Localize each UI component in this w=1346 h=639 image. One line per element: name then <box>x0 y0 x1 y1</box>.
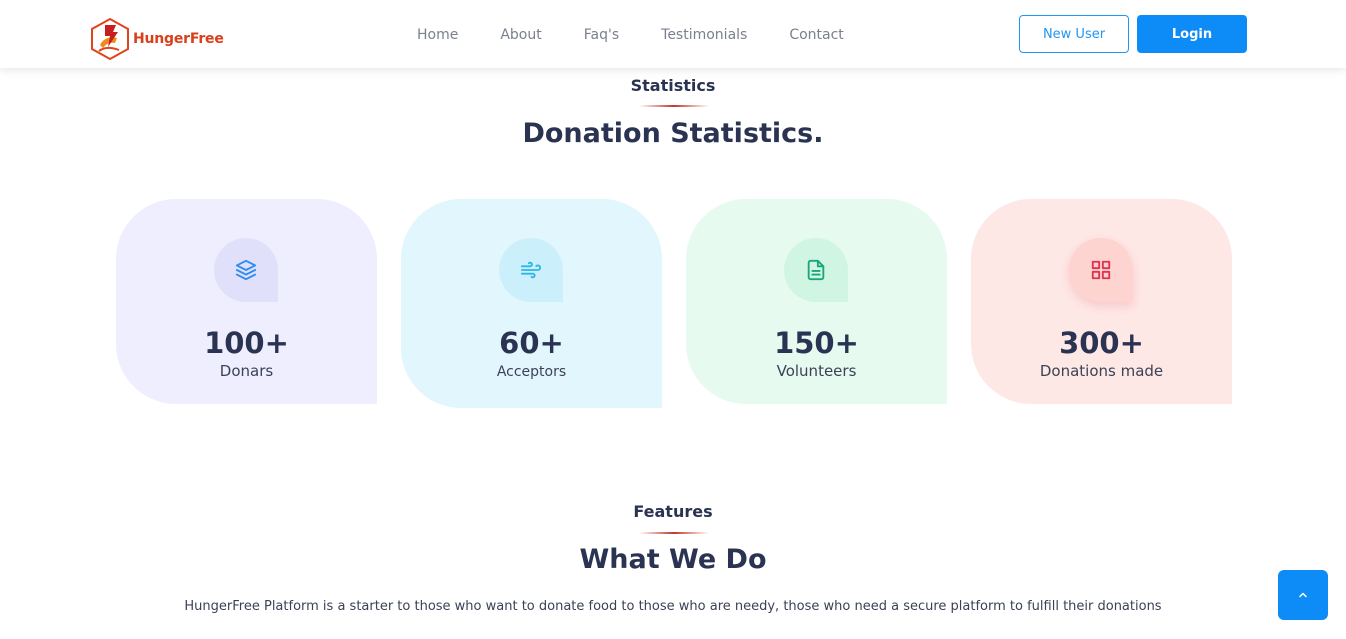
statistics-divider <box>639 105 709 107</box>
statistics-title: Donation Statistics. <box>522 118 824 149</box>
stat-card-volunteers: 150+ Volunteers <box>686 199 947 404</box>
stat-value: 60+ <box>499 326 564 360</box>
stat-icon-bubble <box>784 238 848 302</box>
scroll-to-top-button[interactable] <box>1278 570 1328 620</box>
grid-icon <box>1091 260 1111 280</box>
nav-contact[interactable]: Contact <box>789 25 843 45</box>
main-nav: Home About Faq's Testimonials Contact <box>417 25 886 45</box>
stat-label: Volunteers <box>776 362 857 380</box>
nav-faq[interactable]: Faq's <box>584 25 619 45</box>
stat-icon-bubble <box>499 238 563 302</box>
wind-icon <box>520 261 542 279</box>
file-text-icon <box>807 259 825 281</box>
stat-card-donations: 300+ Donations made <box>971 199 1232 404</box>
nav-about[interactable]: About <box>500 25 541 45</box>
new-user-button[interactable]: New User <box>1019 15 1129 53</box>
login-button[interactable]: Login <box>1137 15 1247 53</box>
nav-home[interactable]: Home <box>417 25 458 45</box>
features-title: What We Do <box>579 544 767 575</box>
stat-label: Acceptors <box>496 364 567 380</box>
features-divider <box>639 532 709 534</box>
stat-label: Donars <box>219 362 274 380</box>
layers-icon <box>235 259 257 281</box>
brand-name: HungerFree <box>133 31 224 47</box>
hunger-free-logo-icon <box>91 17 129 61</box>
stat-card-donars: 100+ Donars <box>116 199 377 404</box>
statistics-kicker: Statistics <box>630 76 716 95</box>
stat-label: Donations made <box>1039 362 1164 380</box>
brand-logo[interactable]: HungerFree <box>89 17 224 61</box>
chevron-up-icon <box>1299 592 1307 598</box>
stat-card-acceptors: 60+ Acceptors <box>401 199 662 408</box>
stat-value: 300+ <box>1059 326 1144 360</box>
nav-testimonials[interactable]: Testimonials <box>661 25 747 45</box>
stat-value: 150+ <box>774 326 859 360</box>
features-kicker: Features <box>633 502 713 521</box>
stat-icon-bubble <box>214 238 278 302</box>
site-header: HungerFree Home About Faq's Testimonials… <box>0 0 1346 68</box>
stat-value: 100+ <box>204 326 289 360</box>
features-description: HungerFree Platform is a starter to thos… <box>184 599 1162 614</box>
stat-icon-bubble <box>1069 238 1133 302</box>
